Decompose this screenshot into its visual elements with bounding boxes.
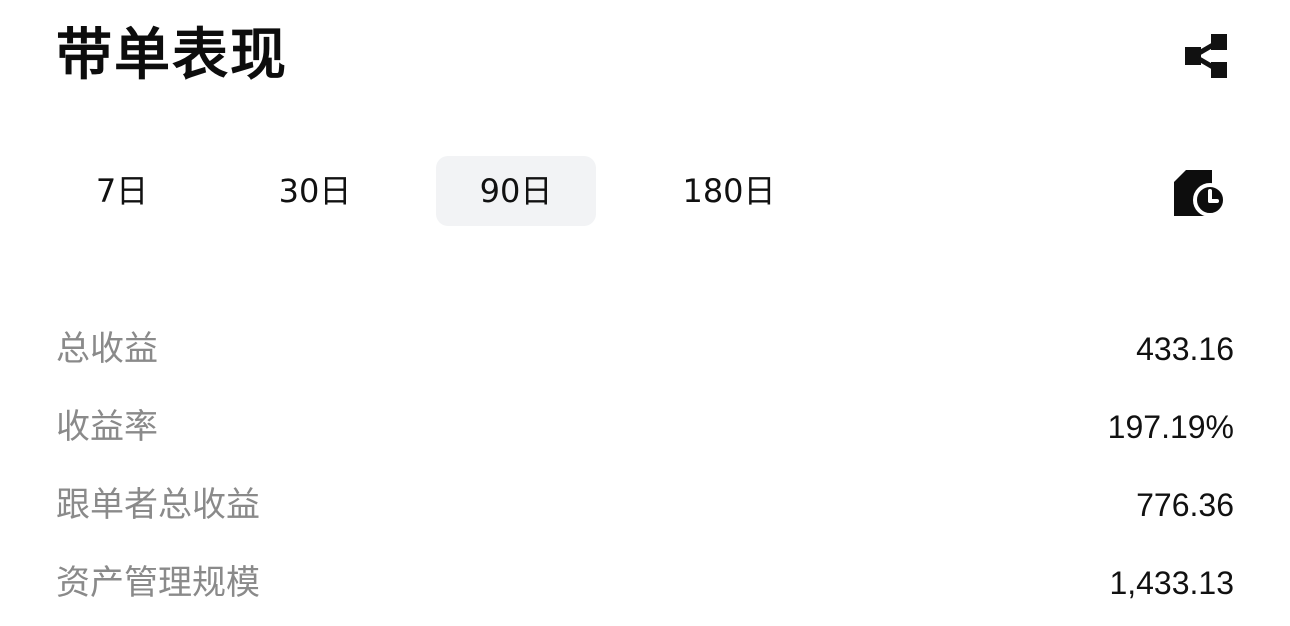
stats-list: 总收益 433.16 收益率 197.19% 跟单者总收益 776.36 资产管… [56, 310, 1234, 622]
tab-180d[interactable]: 180日 [646, 156, 812, 226]
stat-label: 收益率 [56, 407, 158, 447]
stat-value: 433.16 [1136, 331, 1234, 367]
stat-row-return-rate: 收益率 197.19% [56, 388, 1234, 466]
history-button[interactable] [1170, 164, 1230, 224]
tab-7d[interactable]: 7日 [36, 156, 208, 226]
stat-value: 776.36 [1136, 487, 1234, 523]
stat-row-follower-profit: 跟单者总收益 776.36 [56, 466, 1234, 544]
stat-label: 总收益 [56, 329, 158, 369]
period-tabs: 7日 30日 90日 180日 [36, 156, 1036, 226]
tab-30d[interactable]: 30日 [232, 156, 398, 226]
tab-90d[interactable]: 90日 [436, 156, 596, 226]
stat-label: 资产管理规模 [56, 563, 260, 603]
share-icon [1185, 34, 1227, 78]
share-button[interactable] [1182, 32, 1230, 80]
document-clock-icon [1174, 170, 1227, 217]
stat-row-aum: 资产管理规模 1,433.13 [56, 544, 1234, 622]
stat-value: 1,433.13 [1109, 565, 1234, 601]
page-title: 带单表现 [56, 23, 288, 88]
stat-value: 197.19% [1107, 409, 1234, 445]
stat-label: 跟单者总收益 [56, 485, 260, 525]
header: 带单表现 [56, 18, 1234, 94]
stat-row-total-profit: 总收益 433.16 [56, 310, 1234, 388]
